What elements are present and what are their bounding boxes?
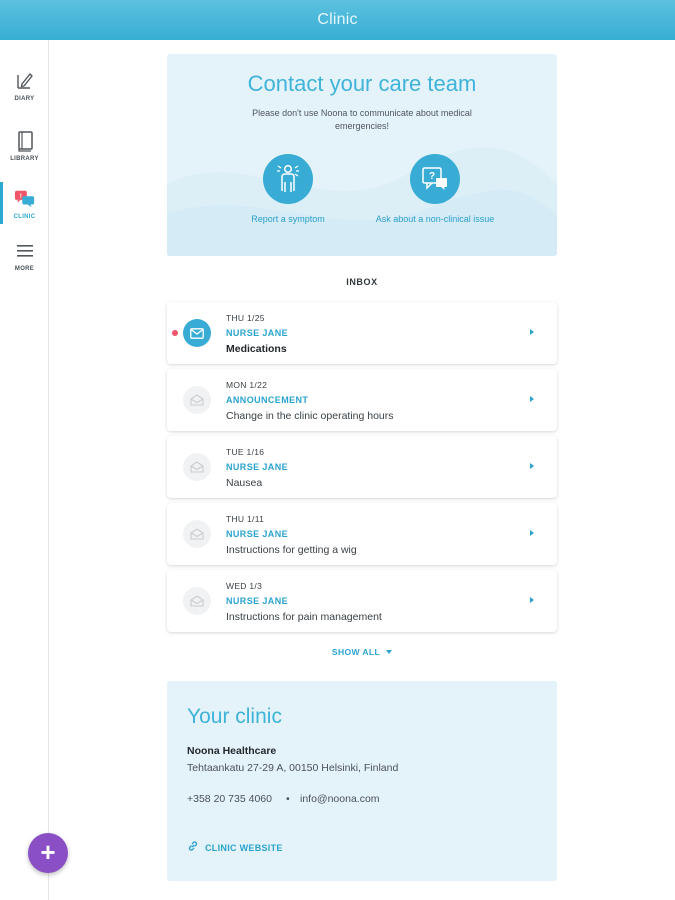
chevron-right-icon (530, 396, 534, 402)
sidebar-item-label: CLINIC (13, 214, 36, 220)
message-item[interactable]: THU 1/11 NURSE JANE Instructions for get… (167, 503, 557, 565)
envelope-open-icon (183, 453, 211, 481)
message-sender: NURSE JANE (226, 596, 289, 606)
clinic-phone[interactable]: +358 20 735 4060 (187, 793, 272, 805)
envelope-open-icon (183, 520, 211, 548)
message-item[interactable]: TUE 1/16 NURSE JANE Nausea (167, 436, 557, 498)
message-item[interactable]: MON 1/22 ANNOUNCEMENT Change in the clin… (167, 369, 557, 431)
envelope-open-icon (183, 386, 211, 414)
envelope-open-icon (183, 587, 211, 615)
clinic-address: Tehtaankatu 27-29 A, 00150 Helsinki, Fin… (187, 762, 399, 774)
sidebar-item-label: MORE (14, 266, 35, 272)
clinic-chat-icon: ! (14, 188, 36, 210)
message-date: TUE 1/16 (226, 447, 265, 457)
contact-warning: Please don't use Noona to communicate ab… (252, 108, 472, 131)
clinic-email[interactable]: info@noona.com (300, 793, 380, 805)
message-sender: NURSE JANE (226, 462, 289, 472)
chevron-right-icon (530, 597, 534, 603)
message-date: THU 1/11 (226, 514, 265, 524)
chevron-right-icon (530, 530, 534, 536)
message-date: WED 1/3 (226, 581, 263, 591)
chevron-right-icon (530, 463, 534, 469)
envelope-icon (183, 319, 211, 347)
message-sender: ANNOUNCEMENT (226, 395, 309, 405)
sidebar-item-clinic[interactable]: ! CLINIC (0, 182, 49, 232)
your-clinic-card: Your clinic Noona Healthcare Tehtaankatu… (167, 681, 557, 881)
sidebar-item-label: LIBRARY (10, 156, 39, 162)
clinic-name: Noona Healthcare (187, 745, 277, 757)
show-all-button[interactable]: SHOW ALL (167, 647, 557, 657)
page-title: Clinic (317, 11, 358, 28)
show-all-label: SHOW ALL (331, 647, 381, 657)
report-symptom-label: Report a symptom (251, 214, 325, 224)
chevron-right-icon (530, 329, 534, 335)
top-bar: Clinic (0, 0, 675, 40)
plus-icon: + (40, 837, 56, 867)
message-item[interactable]: THU 1/25 NURSE JANE Medications (167, 302, 557, 364)
svg-text:?: ? (429, 171, 435, 182)
message-item[interactable]: WED 1/3 NURSE JANE Instructions for pain… (167, 570, 557, 632)
diary-pen-icon (14, 70, 36, 92)
sidebar-item-more[interactable]: MORE (0, 234, 49, 284)
unread-dot (172, 330, 178, 336)
contact-title: Contact your care team (247, 71, 477, 96)
message-subject: Nausea (226, 477, 263, 489)
clinic-website-label: CLINIC WEBSITE (205, 843, 283, 853)
link-icon (187, 839, 199, 857)
add-button[interactable]: + (28, 833, 68, 873)
clinic-badge: ! (19, 193, 21, 200)
message-subject: Instructions for getting a wig (226, 544, 357, 556)
message-subject: Instructions for pain management (226, 611, 382, 623)
person-symptom-icon (263, 154, 313, 204)
library-book-icon (14, 130, 36, 152)
message-date: MON 1/22 (226, 380, 268, 390)
contact-care-team-card: Contact your care team Please don't use … (167, 54, 557, 256)
inbox-heading: INBOX (346, 277, 378, 287)
message-date: THU 1/25 (226, 313, 265, 323)
menu-icon (14, 240, 36, 262)
ask-non-clinical-label: Ask about a non-clinical issue (375, 214, 495, 224)
caret-down-icon (386, 650, 393, 654)
message-sender: NURSE JANE (226, 328, 289, 338)
separator-dot: • (286, 793, 290, 805)
sidebar: DIARY LIBRARY ! CLINIC MORE (0, 40, 49, 900)
report-symptom-button[interactable]: Report a symptom (218, 154, 358, 224)
clinic-website-link[interactable]: CLINIC WEBSITE (187, 839, 283, 857)
sidebar-item-diary[interactable]: DIARY (0, 64, 49, 114)
sidebar-item-label: DIARY (14, 96, 35, 102)
message-subject: Change in the clinic operating hours (226, 410, 394, 422)
ask-non-clinical-button[interactable]: ? Ask about a non-clinical issue (365, 154, 505, 224)
message-sender: NURSE JANE (226, 529, 289, 539)
clinic-heading: Your clinic (187, 705, 282, 728)
message-subject: Medications (226, 343, 287, 355)
question-chat-icon: ? (410, 154, 460, 204)
sidebar-item-library[interactable]: LIBRARY (0, 124, 49, 174)
